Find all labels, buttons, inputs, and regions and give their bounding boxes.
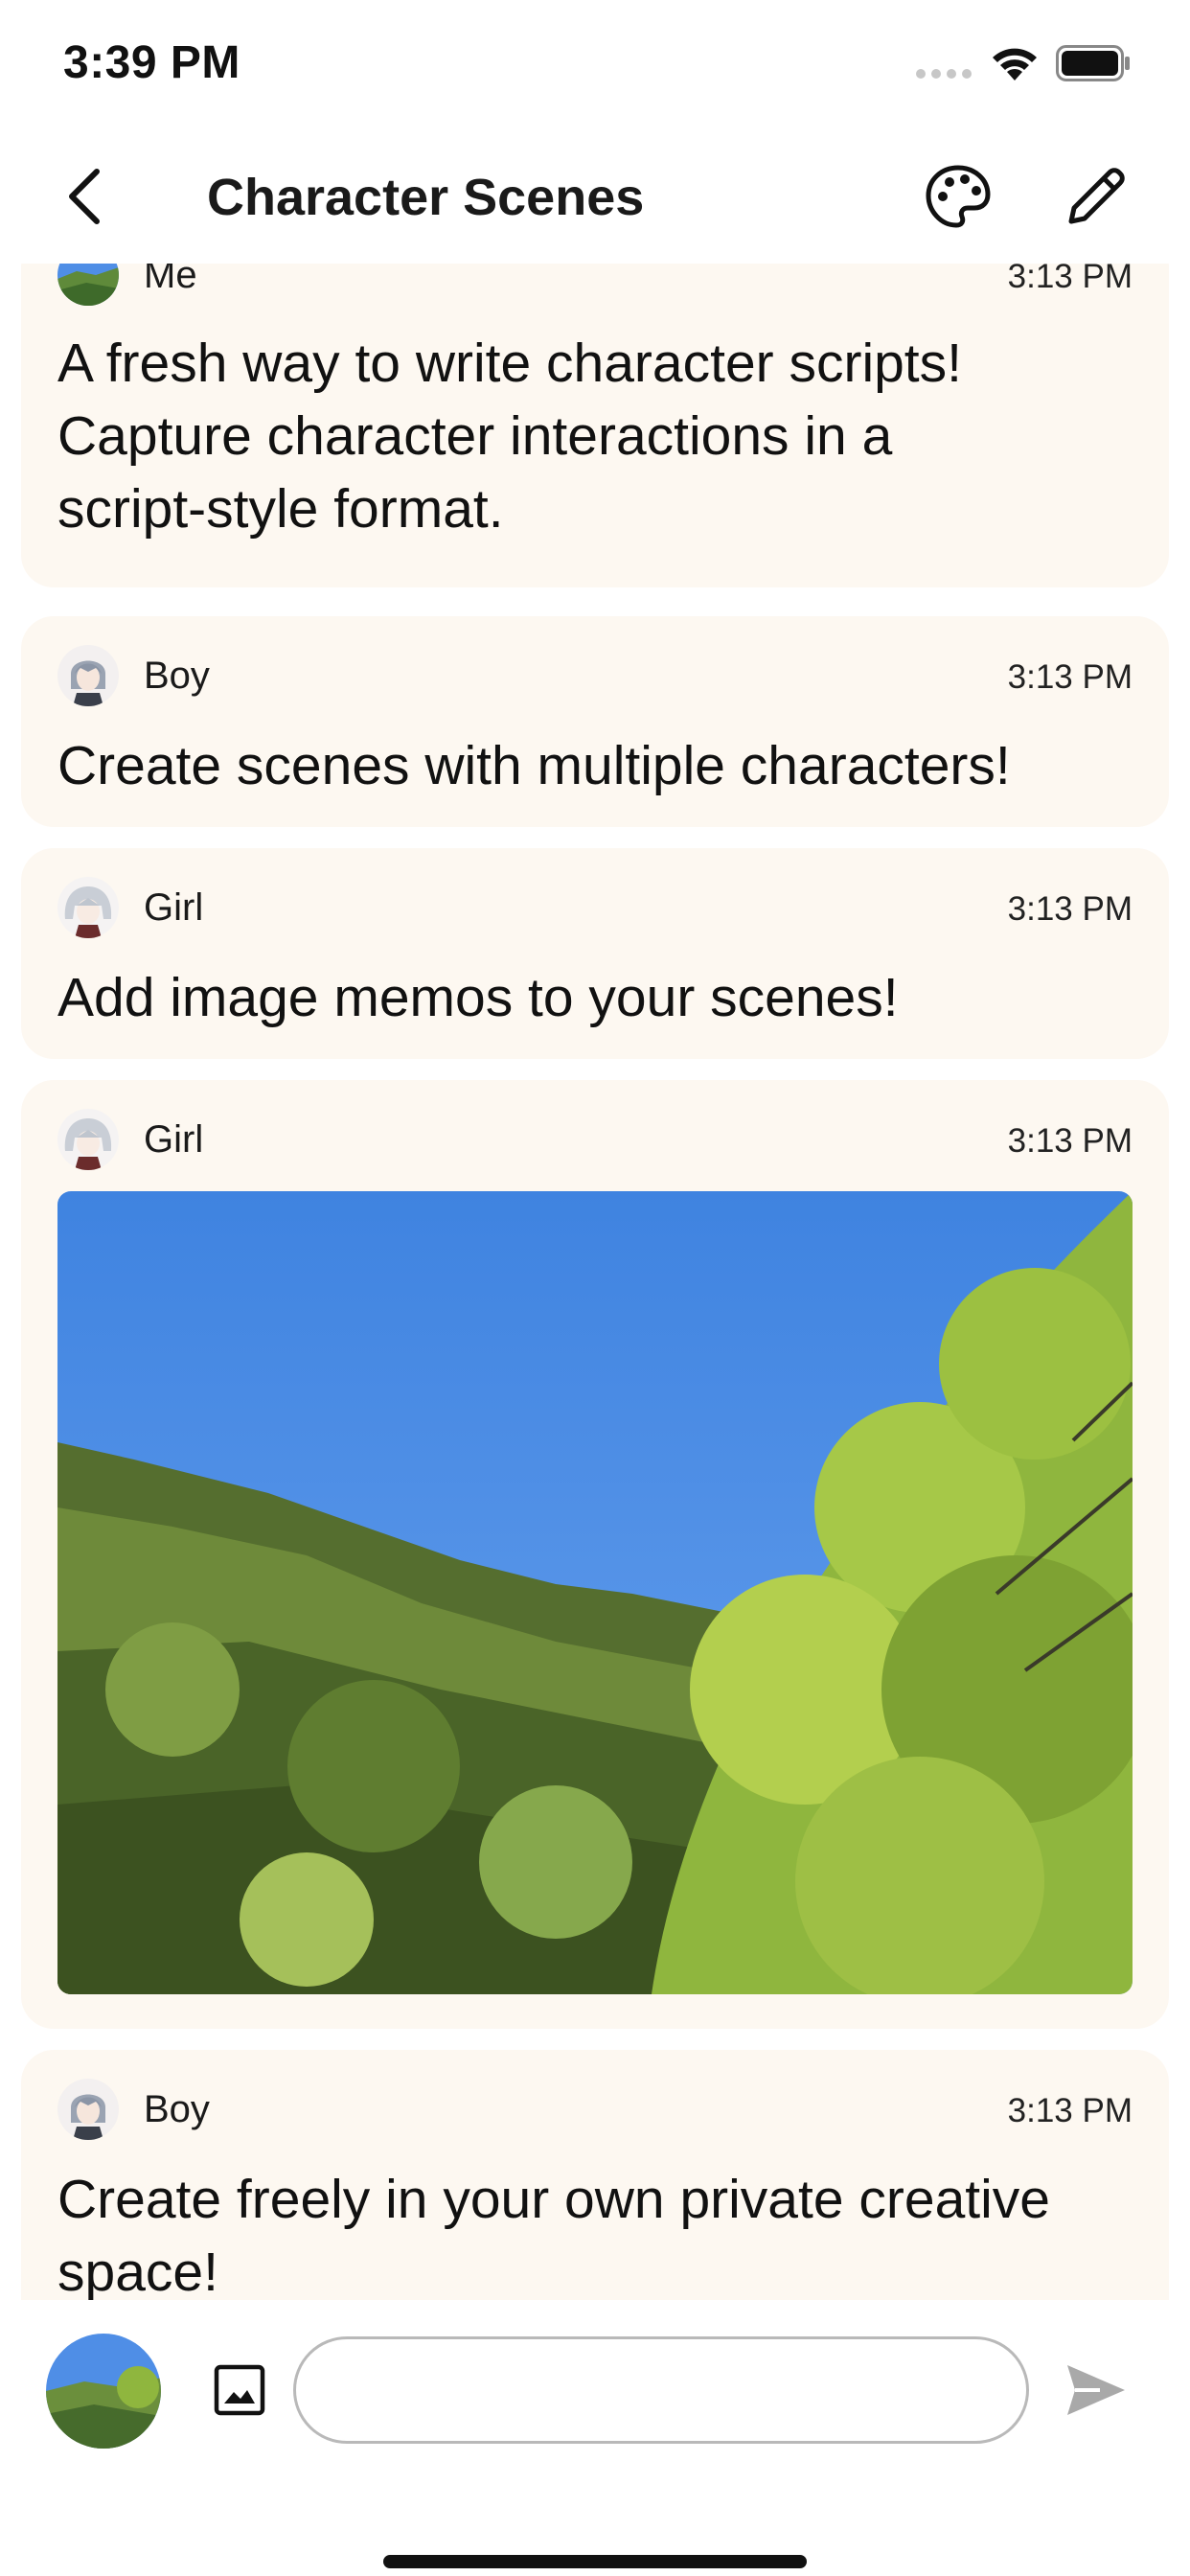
edit-button[interactable] xyxy=(1060,160,1133,233)
compose-bar xyxy=(0,2300,1190,2576)
battery-icon xyxy=(1056,45,1130,81)
avatar xyxy=(57,2079,119,2140)
message-text: A fresh way to write character scripts! … xyxy=(57,333,962,540)
cellular-signal-icon xyxy=(916,69,972,79)
avatar xyxy=(57,1109,119,1170)
message-author: Boy xyxy=(144,2088,210,2130)
message-card[interactable]: Boy 3:13 PM Create freely in your own pr… xyxy=(21,2050,1169,2300)
message-text: Create scenes with multiple characters! xyxy=(57,735,1011,796)
home-indicator xyxy=(383,2555,807,2568)
add-image-button[interactable] xyxy=(213,2363,266,2417)
send-icon xyxy=(1067,2365,1125,2415)
avatar xyxy=(57,645,119,706)
status-time: 3:39 PM xyxy=(63,37,240,88)
message-time: 3:13 PM xyxy=(1007,264,1133,295)
message-author: Girl xyxy=(144,1118,204,1161)
message-time: 3:13 PM xyxy=(1007,890,1133,928)
character-selector-avatar[interactable] xyxy=(46,2334,161,2449)
chevron-left-icon xyxy=(69,169,100,224)
back-button[interactable] xyxy=(50,158,117,235)
message-text: Add image memos to your scenes! xyxy=(57,967,899,1028)
message-author: Girl xyxy=(144,886,204,929)
page-title: Character Scenes xyxy=(207,169,645,226)
message-card[interactable]: Girl 3:13 PM Add image memos to your sce… xyxy=(21,848,1169,1059)
message-time: 3:13 PM xyxy=(1007,2092,1133,2129)
message-author: Boy xyxy=(144,655,210,697)
message-author: Me xyxy=(144,264,197,296)
message-text: Create freely in your own private creati… xyxy=(57,2169,1050,2300)
status-bar: 3:39 PM xyxy=(0,0,1190,129)
theme-button[interactable] xyxy=(922,160,995,233)
message-list[interactable]: Me 3:13 PM A fresh way to write characte… xyxy=(0,264,1190,2300)
pencil-icon xyxy=(1068,168,1125,224)
image-memo[interactable] xyxy=(57,1191,1133,1994)
message-time: 3:13 PM xyxy=(1007,1122,1133,1160)
nav-bar: Character Scenes xyxy=(0,129,1190,264)
send-button[interactable] xyxy=(1062,2356,1131,2425)
message-card[interactable]: Me 3:13 PM A fresh way to write characte… xyxy=(21,264,1169,587)
image-icon xyxy=(214,2364,265,2416)
message-card[interactable]: Boy 3:13 PM Create scenes with multiple … xyxy=(21,616,1169,827)
screen: 3:39 PM Character Scenes Me 3:13 PM A fr… xyxy=(0,0,1190,2576)
wifi-icon xyxy=(993,48,1037,80)
message-card[interactable]: Girl 3:13 PM xyxy=(21,1080,1169,2029)
message-time: 3:13 PM xyxy=(1007,658,1133,696)
palette-icon xyxy=(926,165,991,228)
avatar xyxy=(57,877,119,938)
message-input[interactable] xyxy=(293,2336,1029,2444)
avatar xyxy=(57,264,119,306)
